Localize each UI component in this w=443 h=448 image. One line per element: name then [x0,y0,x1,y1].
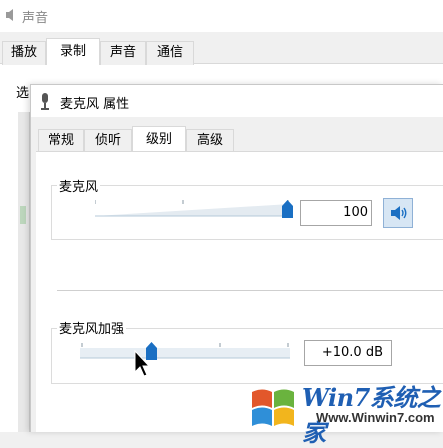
group-separator [57,290,443,291]
mute-toggle-button[interactable] [383,198,413,228]
slider-ramp [95,204,290,216]
sound-window-title: 声音 [22,11,49,26]
slider-bar [80,348,290,358]
microphone-level-value[interactable]: 100 [300,200,372,226]
tab-general[interactable]: 常规 [38,129,84,152]
microphone-level-slider[interactable] [95,199,296,219]
device-list[interactable] [18,112,30,432]
device-status-mark [20,206,26,224]
tab-sounds[interactable]: 声音 [100,41,146,65]
watermark-url: Www.Winwin7.com [316,410,435,425]
microphone-group-label: 麦克风 [57,176,101,195]
tab-communications[interactable]: 通信 [146,41,194,65]
sound-window-titlebar [0,0,443,32]
tab-advanced[interactable]: 高级 [186,129,234,152]
recording-hint-text: 选 [16,86,30,101]
tab-levels[interactable]: 级别 [132,126,186,153]
speaker-icon [391,206,407,220]
microphone-boost-label: 麦克风加强 [57,318,127,337]
tab-listen[interactable]: 侦听 [84,129,132,152]
microphone-boost-value[interactable]: +10.0 dB [304,340,392,366]
microphone-boost-slider[interactable] [80,340,292,362]
dialog-title: 麦克风 属性 [60,97,130,112]
speaker-app-icon [6,9,13,21]
slider-thumb[interactable] [282,200,293,218]
mouse-cursor-icon [134,350,150,377]
windows-logo-icon [252,389,294,426]
tab-playback[interactable]: 播放 [2,41,46,65]
microphone-icon [41,93,49,110]
tab-recording[interactable]: 录制 [46,38,100,66]
